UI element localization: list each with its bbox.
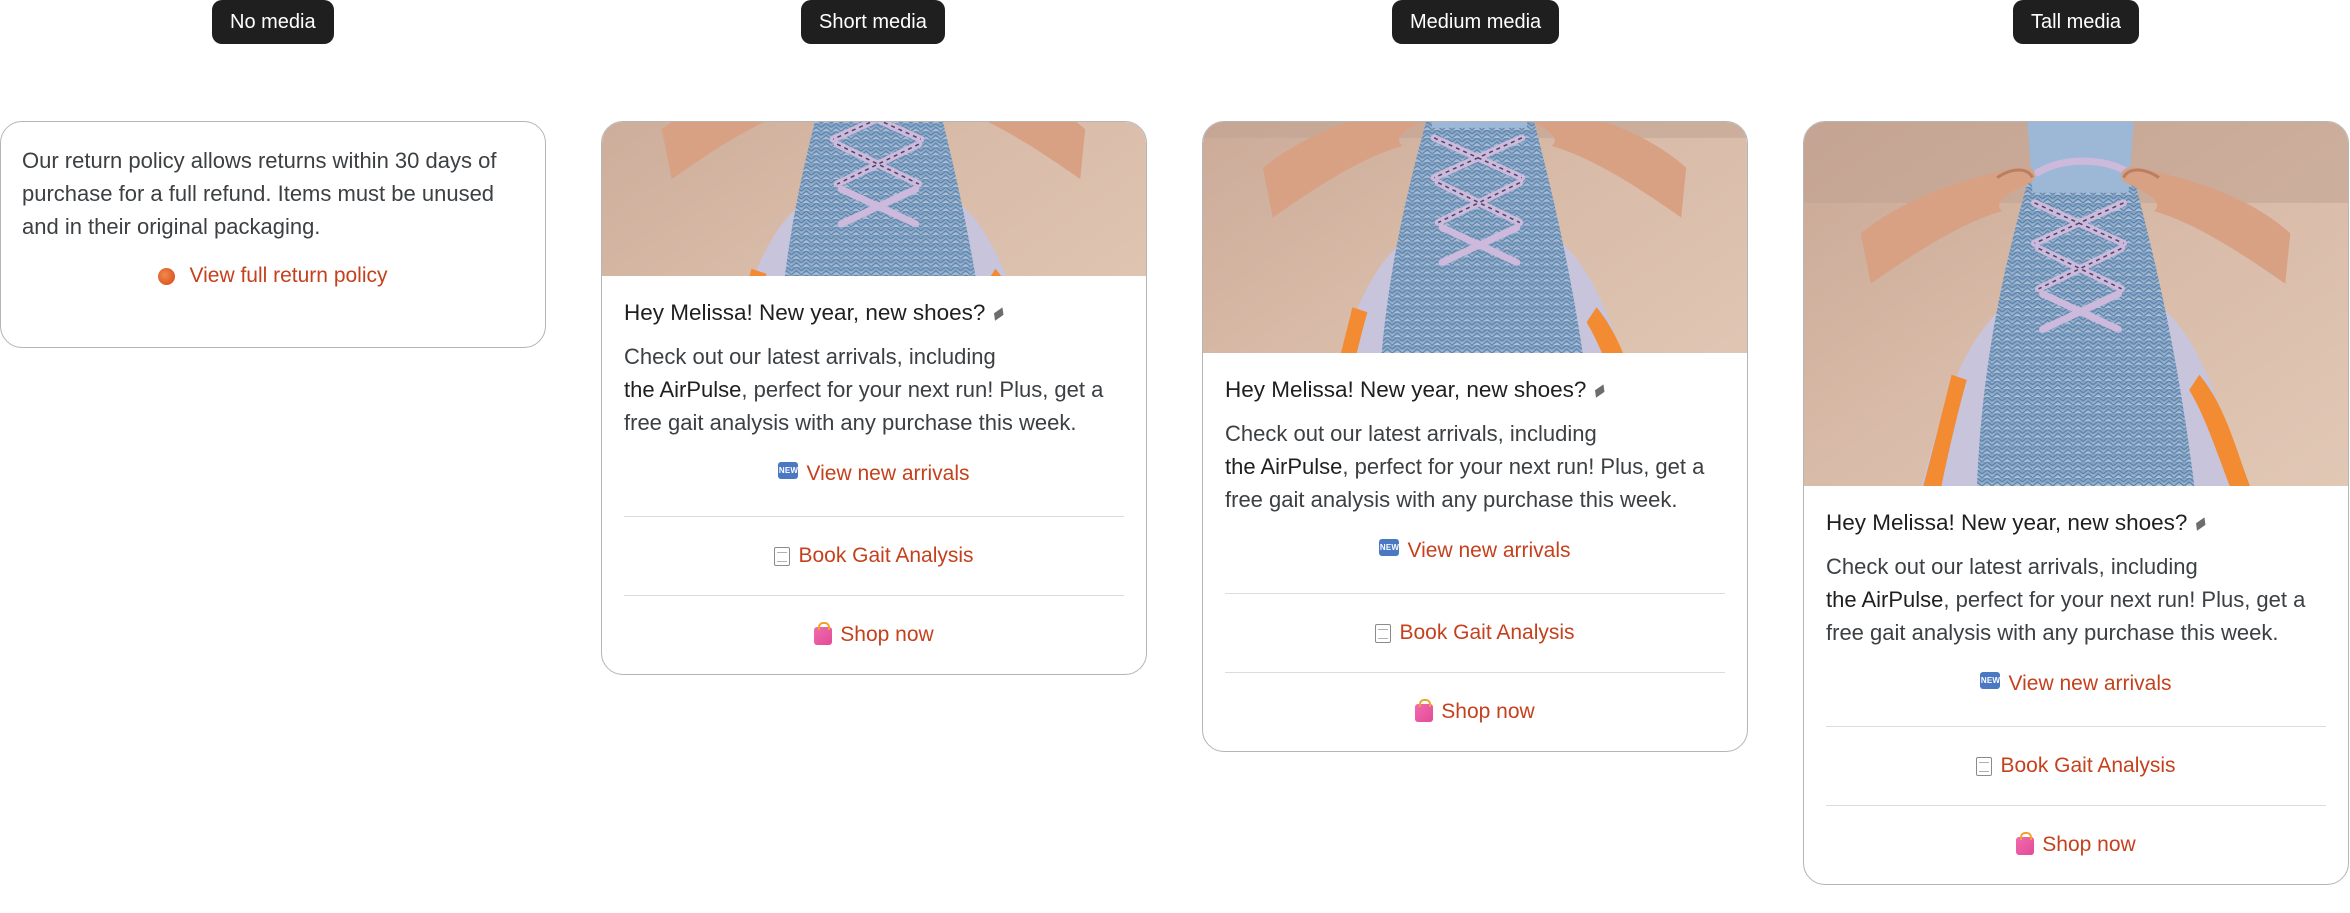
view-new-arrivals-button[interactable]: NEW View new arrivals — [1826, 671, 2326, 726]
view-return-policy-label: View full return policy — [189, 264, 388, 287]
view-new-arrivals-button[interactable]: NEW View new arrivals — [1225, 538, 1725, 593]
shoe-image — [602, 122, 1146, 276]
promo-title: Hey Melissa! New year, new shoes? ▰ — [624, 298, 1124, 328]
memo-icon — [1976, 756, 1993, 776]
running-shoe-icon: ▰ — [1587, 377, 1611, 403]
book-gait-analysis-button[interactable]: Book Gait Analysis — [1225, 593, 1725, 672]
shopping-bag-icon — [814, 622, 833, 645]
book-gait-analysis-button[interactable]: Book Gait Analysis — [1826, 726, 2326, 805]
column-label-short-media: Short media — [801, 0, 945, 44]
column-label-tall-media: Tall media — [2013, 0, 2140, 44]
shop-now-button[interactable]: Shop now — [1826, 805, 2326, 884]
promo-card-tall: Hey Melissa! New year, new shoes? ▰ Check… — [1803, 121, 2349, 885]
running-shoe-icon: ▰ — [986, 300, 1010, 326]
return-policy-card: Our return policy allows returns within … — [0, 121, 546, 348]
new-badge-icon: NEW — [778, 462, 799, 479]
promo-title: Hey Melissa! New year, new shoes? ▰ — [1826, 508, 2326, 538]
shopping-bag-icon — [1415, 699, 1434, 722]
book-gait-analysis-button[interactable]: Book Gait Analysis — [624, 516, 1124, 595]
memo-icon — [774, 546, 791, 566]
new-badge-icon: NEW — [1980, 672, 2001, 689]
shoe-image — [1203, 122, 1747, 353]
promo-body: Check out our latest arrivals, including… — [624, 344, 1104, 435]
memo-icon — [1375, 623, 1392, 643]
column-label-no-media: No media — [212, 0, 334, 44]
shop-now-button[interactable]: Shop now — [1225, 672, 1725, 751]
shopping-bag-icon — [2016, 832, 2035, 855]
shoe-image — [1804, 122, 2348, 486]
globe-icon — [158, 267, 176, 285]
promo-body: Check out our latest arrivals, including… — [1225, 421, 1705, 512]
new-badge-icon: NEW — [1379, 539, 1400, 556]
column-label-medium-media: Medium media — [1392, 0, 1560, 44]
running-shoe-icon: ▰ — [2188, 510, 2212, 536]
view-return-policy-link[interactable]: View full return policy — [22, 264, 524, 288]
promo-card-short: Hey Melissa! New year, new shoes? ▰ Check… — [601, 121, 1147, 675]
view-new-arrivals-button[interactable]: NEW View new arrivals — [624, 461, 1124, 516]
policy-text: Our return policy allows returns within … — [22, 148, 497, 239]
shop-now-button[interactable]: Shop now — [624, 595, 1124, 674]
promo-body: Check out our latest arrivals, including… — [1826, 554, 2306, 645]
promo-title: Hey Melissa! New year, new shoes? ▰ — [1225, 375, 1725, 405]
promo-card-medium: Hey Melissa! New year, new shoes? ▰ Check… — [1202, 121, 1748, 752]
